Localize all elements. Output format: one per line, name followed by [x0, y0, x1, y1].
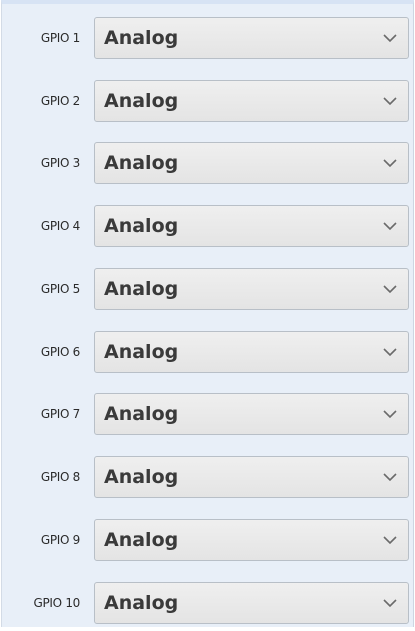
selected-value: Analog — [104, 529, 179, 551]
gpio-mode-select[interactable]: Analog — [94, 80, 409, 122]
gpio-mode-select[interactable]: Analog — [94, 582, 409, 624]
chevron-down-icon — [383, 473, 397, 482]
gpio-label: GPIO 5 — [40, 282, 80, 296]
gpio-label: GPIO 4 — [40, 219, 80, 233]
gpio-mode-select[interactable]: Analog — [94, 268, 409, 310]
gpio-row-4: GPIO 4 Analog — [2, 205, 413, 247]
gpio-mode-select[interactable]: Analog — [94, 519, 409, 561]
chevron-down-icon — [383, 159, 397, 168]
chevron-down-icon — [383, 285, 397, 294]
gpio-mode-select[interactable]: Analog — [94, 393, 409, 435]
selected-value: Analog — [104, 278, 179, 300]
chevron-down-icon — [383, 97, 397, 106]
gpio-row-10: GPIO 10 Analog — [2, 582, 413, 624]
gpio-label: GPIO 10 — [33, 596, 80, 610]
selected-value: Analog — [104, 466, 179, 488]
gpio-mode-select[interactable]: Analog — [94, 17, 409, 59]
chevron-down-icon — [383, 222, 397, 231]
selected-value: Analog — [104, 592, 179, 614]
chevron-down-icon — [383, 536, 397, 545]
gpio-row-5: GPIO 5 Analog — [2, 268, 413, 310]
chevron-down-icon — [383, 34, 397, 43]
gpio-config-panel: GPIO 1 Analog GPIO 2 Analog GPIO 3 Analo… — [1, 0, 414, 627]
selected-value: Analog — [104, 215, 179, 237]
gpio-label: GPIO 1 — [40, 31, 80, 45]
selected-value: Analog — [104, 152, 179, 174]
gpio-row-3: GPIO 3 Analog — [2, 142, 413, 184]
gpio-row-2: GPIO 2 Analog — [2, 80, 413, 122]
gpio-label: GPIO 3 — [40, 156, 80, 170]
selected-value: Analog — [104, 341, 179, 363]
chevron-down-icon — [383, 599, 397, 608]
gpio-label: GPIO 2 — [40, 94, 80, 108]
gpio-mode-select[interactable]: Analog — [94, 456, 409, 498]
gpio-row-6: GPIO 6 Analog — [2, 331, 413, 373]
chevron-down-icon — [383, 348, 397, 357]
selected-value: Analog — [104, 403, 179, 425]
gpio-label: GPIO 6 — [40, 345, 80, 359]
gpio-row-7: GPIO 7 Analog — [2, 393, 413, 435]
gpio-mode-select[interactable]: Analog — [94, 142, 409, 184]
selected-value: Analog — [104, 90, 179, 112]
selected-value: Analog — [104, 27, 179, 49]
chevron-down-icon — [383, 410, 397, 419]
gpio-row-1: GPIO 1 Analog — [2, 17, 413, 59]
gpio-mode-select[interactable]: Analog — [94, 331, 409, 373]
gpio-row-8: GPIO 8 Analog — [2, 456, 413, 498]
gpio-label: GPIO 7 — [40, 407, 80, 421]
gpio-row-9: GPIO 9 Analog — [2, 519, 413, 561]
gpio-mode-select[interactable]: Analog — [94, 205, 409, 247]
gpio-label: GPIO 8 — [40, 470, 80, 484]
gpio-label: GPIO 9 — [40, 533, 80, 547]
